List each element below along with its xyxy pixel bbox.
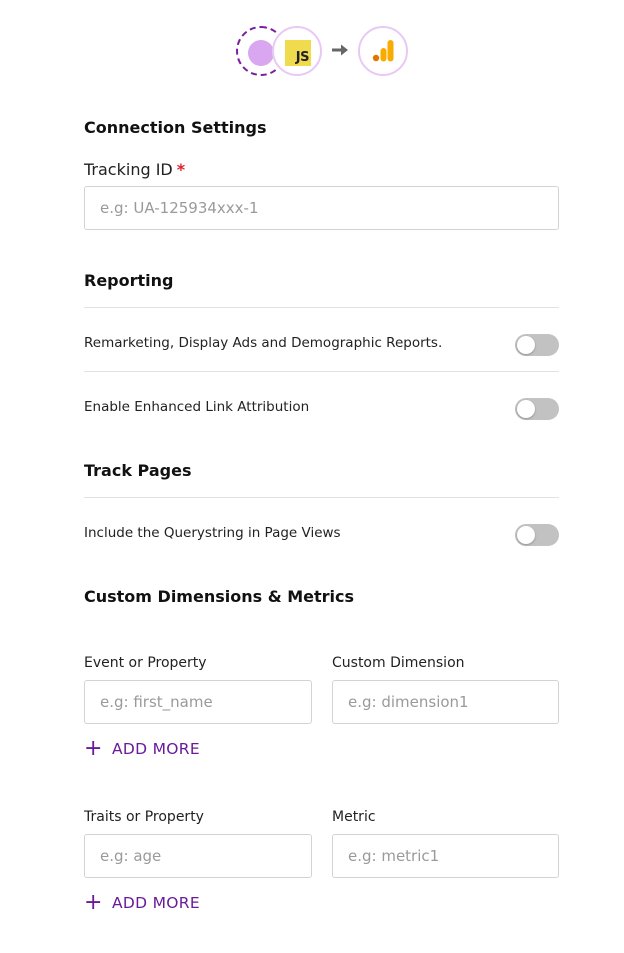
add-more-dimensions-button[interactable]: + ADD MORE (84, 738, 200, 760)
arrow-right-icon (332, 44, 348, 56)
add-more-label: ADD MORE (112, 894, 200, 912)
custom-dimension-input[interactable] (332, 680, 559, 724)
connection-settings-title: Connection Settings (84, 118, 267, 137)
metric-input[interactable] (332, 834, 559, 878)
destination-settings-page: JS Connection Settings Tracking ID* Repo… (0, 0, 624, 953)
traits-or-property-label: Traits or Property (84, 809, 204, 825)
tracking-id-input[interactable] (84, 186, 559, 230)
plus-icon: + (84, 890, 103, 915)
javascript-icon: JS (272, 26, 322, 76)
required-marker: * (176, 160, 186, 179)
enhanced-link-attribution-toggle[interactable] (515, 398, 559, 420)
remarketing-label: Remarketing, Display Ads and Demographic… (84, 335, 443, 351)
traits-or-property-input[interactable] (84, 834, 312, 878)
reporting-row-divider (84, 371, 559, 372)
javascript-icon-text: JS (295, 50, 310, 65)
add-more-label: ADD MORE (112, 740, 200, 758)
plus-icon: + (84, 736, 103, 761)
enhanced-link-attribution-label: Enable Enhanced Link Attribution (84, 399, 310, 415)
reporting-divider (84, 307, 559, 308)
tracking-id-label: Tracking ID * (84, 160, 185, 179)
querystring-label: Include the Querystring in Page Views (84, 525, 341, 541)
metric-label: Metric (332, 809, 376, 825)
tracking-id-label-text: Tracking ID (84, 160, 173, 179)
remarketing-toggle[interactable] (515, 334, 559, 356)
toggle-knob (517, 336, 535, 354)
google-analytics-icon (358, 26, 408, 76)
add-more-metrics-button[interactable]: + ADD MORE (84, 892, 200, 914)
toggle-knob (517, 400, 535, 418)
connection-header: JS (0, 26, 624, 78)
reporting-title: Reporting (84, 271, 174, 290)
track-pages-title: Track Pages (84, 461, 192, 480)
custom-dimension-label: Custom Dimension (332, 655, 465, 671)
toggle-knob (517, 526, 535, 544)
custom-dimensions-title: Custom Dimensions & Metrics (84, 587, 355, 606)
querystring-toggle[interactable] (515, 524, 559, 546)
track-pages-divider (84, 497, 559, 498)
event-or-property-input[interactable] (84, 680, 312, 724)
event-or-property-label: Event or Property (84, 655, 207, 671)
